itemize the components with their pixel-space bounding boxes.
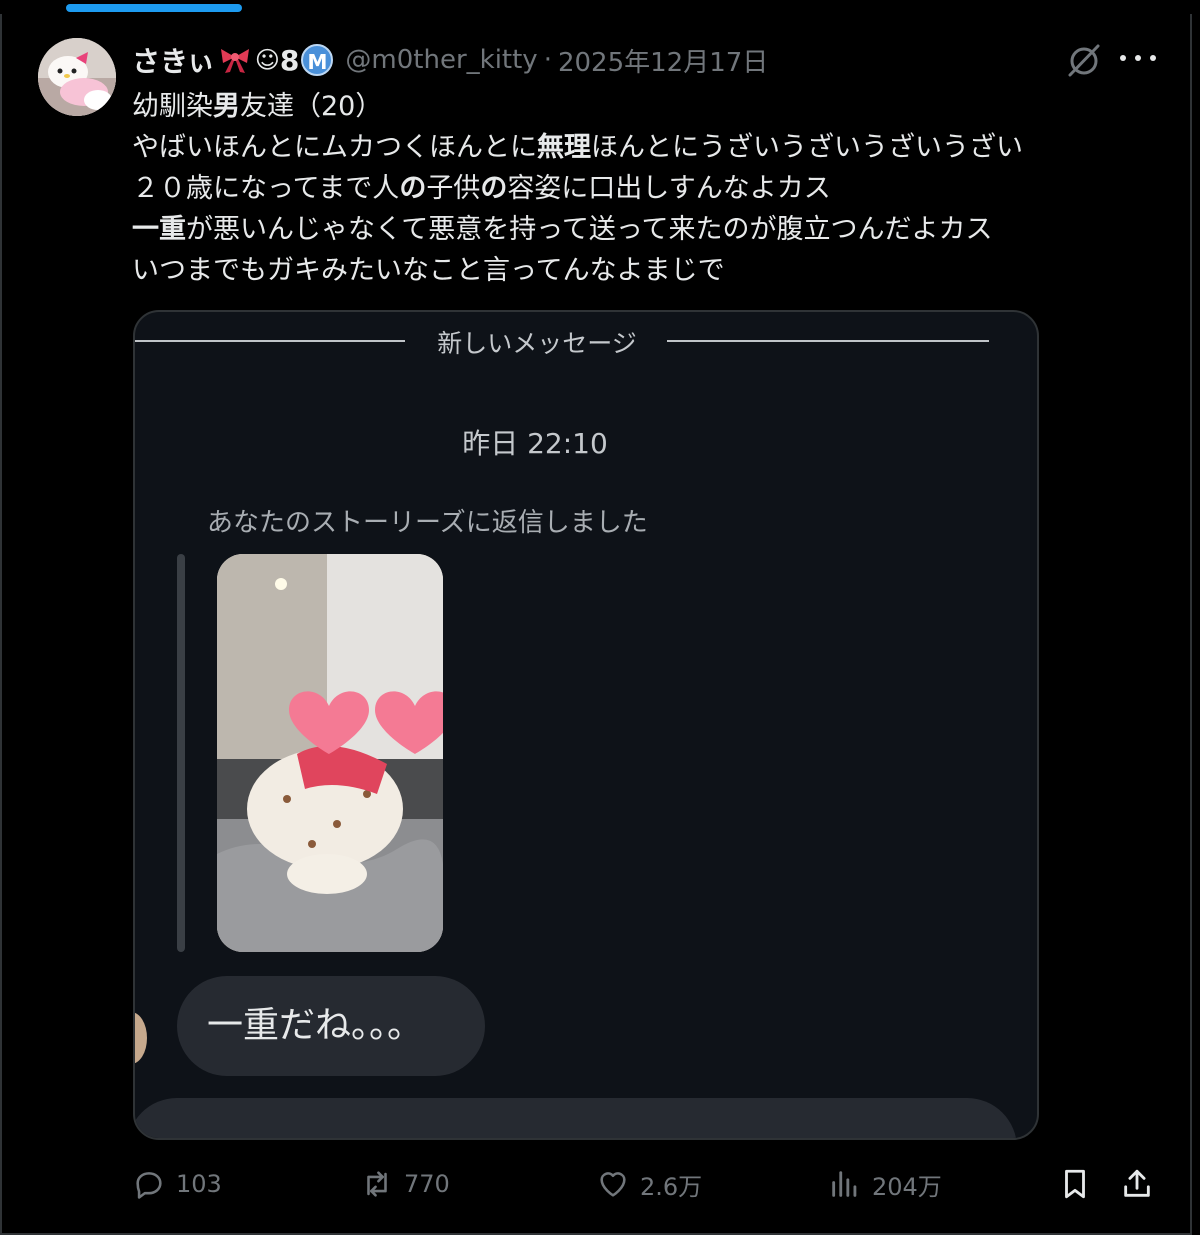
- tweet-line: 幼馴染男友達（20）: [132, 91, 383, 122]
- reply-button[interactable]: 103: [132, 1162, 222, 1206]
- story-reply-label: あなたのストーリーズに返信しました: [207, 508, 648, 538]
- message-timestamp: 昨日 22:10: [462, 427, 608, 460]
- message-bubble: 一重だね。。。: [177, 976, 485, 1076]
- sender-avatar: [135, 1012, 147, 1064]
- repost-icon: [367, 1171, 387, 1197]
- attached-screenshot[interactable]: 新しいメッセージ 昨日 22:10 あなたのストーリーズに返信しました 一重だね…: [133, 310, 1039, 1140]
- share-icon: [1124, 1169, 1150, 1197]
- grok-icon[interactable]: [1064, 40, 1104, 80]
- bookmark-button[interactable]: [1058, 1162, 1102, 1206]
- display-name[interactable]: さきぃ: [132, 40, 215, 80]
- user-handle[interactable]: @m0ther_kitty: [345, 45, 537, 75]
- message-composer-bar: [135, 1098, 1017, 1138]
- avatar-image: [38, 38, 116, 116]
- tweet-line: 一重が悪いんじゃなくて悪意を持って送って来たのが腹立つんだよカス: [132, 214, 993, 245]
- separator-dot: ·: [543, 45, 552, 75]
- divider-right: [667, 340, 989, 342]
- like-icon: [600, 1172, 626, 1197]
- more-icon[interactable]: [1120, 46, 1156, 70]
- smile-emoji: ☺: [254, 46, 280, 74]
- tweet-line: いつまでもガキみたいなこと言ってんなよまじで: [132, 255, 725, 286]
- reply-count: 103: [176, 1170, 222, 1198]
- new-messages-label: 新しいメッセージ: [437, 329, 637, 358]
- like-button[interactable]: 2.6万: [596, 1162, 702, 1206]
- tweet-line: やばいほんとにムカつくほんとに無理ほんとにうざいうざいうざいうざい: [132, 132, 1023, 163]
- quote-bar: [177, 554, 185, 952]
- divider-left: [135, 340, 405, 342]
- active-tab-indicator: [66, 4, 242, 12]
- views-button[interactable]: 204万: [828, 1162, 942, 1206]
- story-photo: [217, 554, 443, 952]
- bookmark-icon: [1065, 1169, 1085, 1199]
- views-count: 204万: [872, 1172, 942, 1201]
- tweet-text: 幼馴染男友達（20） やばいほんとにムカつくほんとに無理ほんとにうざいうざいうざ…: [132, 86, 1152, 291]
- share-button[interactable]: [1120, 1162, 1164, 1206]
- like-count: 2.6万: [640, 1172, 703, 1201]
- tweet-date[interactable]: 2025年12月17日: [558, 42, 768, 79]
- name-number: 8: [279, 43, 300, 77]
- tweet-line: ２０歳になってまで人の子供の容姿に口出しすんなよカス: [132, 173, 831, 204]
- reply-icon: [136, 1172, 162, 1199]
- tweet-header: さきぃ ☺ 8 M @m0ther_kitty · 2025年12月17日: [132, 40, 768, 80]
- avatar[interactable]: [38, 38, 116, 116]
- m-badge-icon: M: [301, 44, 334, 76]
- repost-count: 770: [404, 1170, 450, 1198]
- repost-button[interactable]: 770: [360, 1162, 450, 1206]
- tweet-actions: 103 770 2.6万 204万: [132, 1162, 1162, 1206]
- ribbon-emoji-icon: [217, 45, 253, 75]
- views-icon: [832, 1171, 857, 1197]
